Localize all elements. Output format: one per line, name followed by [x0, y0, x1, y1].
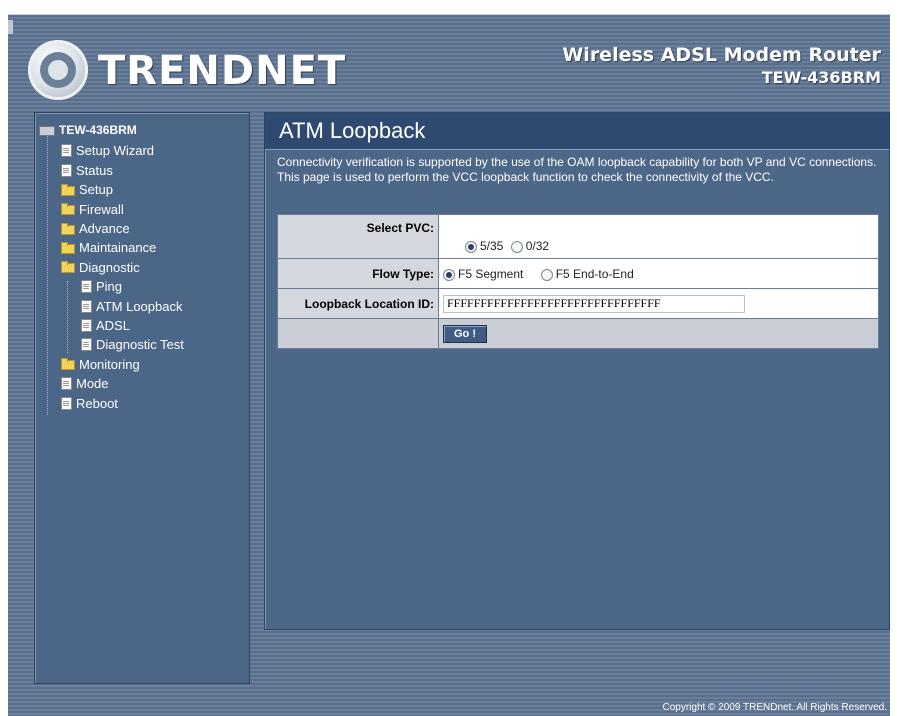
flow-type-label: Flow Type: — [277, 258, 439, 289]
loopback-id-row: Loopback Location ID: — [277, 288, 879, 319]
page-title: ATM Loopback — [279, 118, 426, 143]
document-icon — [61, 144, 72, 158]
radio-selected-icon[interactable] — [465, 240, 477, 253]
folder-icon — [61, 183, 75, 196]
sidebar-item-ping[interactable]: Ping — [39, 276, 184, 295]
select-pvc-row: Select PVC: 5/35 0/32 — [277, 214, 879, 259]
main-panel: ATM Loopback Connectivity verification i… — [264, 112, 890, 630]
document-icon — [61, 163, 72, 177]
sidebar-item-setup[interactable]: Setup — [39, 179, 184, 198]
page-title-bar: ATM Loopback — [265, 113, 889, 150]
radio-selected-icon[interactable] — [443, 268, 455, 281]
folder-icon — [61, 358, 75, 371]
network-icon — [39, 125, 55, 136]
flow-option-f5-segment[interactable]: F5 Segment — [443, 267, 523, 281]
sidebar-item-diagnostic[interactable]: Diagnostic — [39, 257, 184, 276]
folder-open-icon — [61, 261, 75, 274]
document-icon — [81, 338, 92, 352]
sidebar-item-status[interactable]: Status — [39, 160, 184, 179]
go-button[interactable]: Go ! — [443, 324, 487, 343]
copyright-footer: Copyright © 2009 TRENDnet. All Rights Re… — [662, 702, 887, 713]
sidebar: TEW-436BRM Setup Wizard Status Setup Fir… — [34, 112, 250, 684]
submit-row-spacer — [277, 318, 439, 349]
loopback-form: Select PVC: 5/35 0/32 Flow Type: F5 Segm… — [277, 214, 879, 349]
loopback-id-cell — [438, 288, 879, 319]
sidebar-item-maintainance[interactable]: Maintainance — [39, 237, 184, 256]
frame-edge — [8, 20, 13, 34]
document-icon — [61, 377, 72, 391]
document-icon — [81, 280, 92, 294]
sidebar-item-diagnostic-test[interactable]: Diagnostic Test — [39, 334, 184, 353]
product-name: Wireless ADSL Modem Router — [562, 44, 881, 66]
radio-unselected-icon[interactable] — [540, 268, 553, 281]
product-model: TEW-436BRM — [761, 68, 881, 87]
submit-cell: Go ! — [438, 318, 879, 349]
folder-icon — [61, 222, 75, 235]
document-icon — [81, 299, 92, 313]
pvc-option-535[interactable]: 5/35 — [465, 239, 503, 253]
logo-text: TRENDNET — [98, 48, 347, 94]
logo-icon — [28, 40, 88, 100]
loopback-id-label: Loopback Location ID: — [277, 288, 439, 319]
sidebar-item-mode[interactable]: Mode — [39, 373, 184, 392]
flow-type-row: Flow Type: F5 Segment F5 End-to-End — [277, 258, 879, 289]
document-icon — [61, 396, 72, 410]
sidebar-item-advance[interactable]: Advance — [39, 218, 184, 237]
flow-type-options: F5 Segment F5 End-to-End — [438, 258, 879, 289]
sidebar-item-firewall[interactable]: Firewall — [39, 199, 184, 218]
nav-tree: TEW-436BRM Setup Wizard Status Setup Fir… — [39, 121, 184, 415]
product-header: Wireless ADSL Modem Router TEW-436BRM — [562, 44, 881, 87]
folder-icon — [61, 203, 75, 216]
folder-icon — [61, 241, 75, 254]
document-icon — [81, 318, 92, 332]
sidebar-root[interactable]: TEW-436BRM — [39, 121, 184, 140]
radio-unselected-icon[interactable] — [510, 240, 523, 253]
sidebar-item-reboot[interactable]: Reboot — [39, 392, 184, 411]
loopback-id-input[interactable] — [443, 294, 745, 313]
flow-option-f5-end-to-end[interactable]: F5 End-to-End — [540, 267, 634, 281]
sidebar-item-atm-loopback[interactable]: ATM Loopback — [39, 296, 184, 315]
trendnet-logo: TRENDNET — [28, 40, 345, 104]
sidebar-item-monitoring[interactable]: Monitoring — [39, 354, 184, 373]
pvc-option-032[interactable]: 0/32 — [510, 239, 549, 253]
select-pvc-options: 5/35 0/32 — [438, 214, 879, 259]
sidebar-item-setup-wizard[interactable]: Setup Wizard — [39, 140, 184, 159]
sidebar-item-adsl[interactable]: ADSL — [39, 315, 184, 334]
page-description: Connectivity verification is supported b… — [277, 155, 877, 184]
submit-row: Go ! — [277, 318, 879, 349]
select-pvc-label: Select PVC: — [277, 214, 439, 259]
